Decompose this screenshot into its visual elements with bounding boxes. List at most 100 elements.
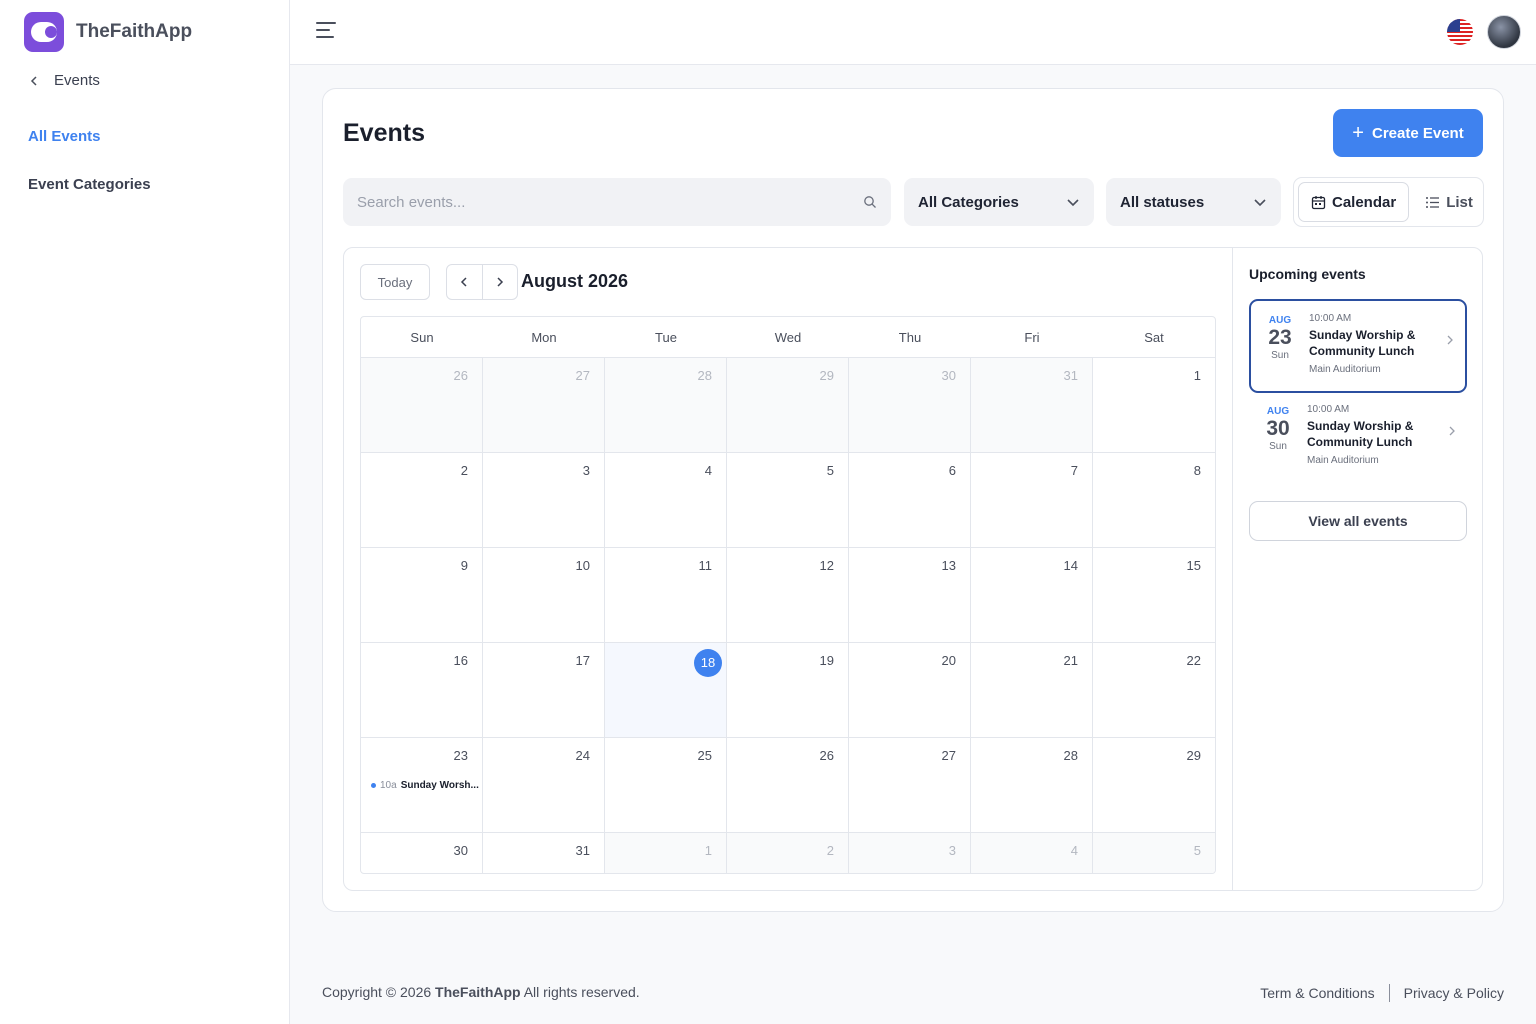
brand[interactable]: TheFaithApp: [24, 12, 192, 52]
day-number: 2: [826, 843, 834, 858]
calendar-day-cell[interactable]: 3: [483, 453, 605, 547]
calendar-week-row: 9 10 11 12 13 14 15: [361, 548, 1215, 643]
status-filter[interactable]: All statuses: [1106, 178, 1281, 226]
calendar-day-cell[interactable]: 24: [483, 738, 605, 832]
calendar-day-cell[interactable]: 26: [361, 358, 483, 452]
create-event-button[interactable]: + Create Event: [1333, 109, 1483, 157]
event-time: 10:00 AM: [1307, 404, 1350, 415]
day-number: 2: [460, 463, 468, 478]
chevron-right-icon: [1449, 426, 1455, 436]
list-view-button[interactable]: List: [1413, 182, 1485, 222]
copyright: Copyright © 2026 TheFaithApp All rights …: [322, 984, 640, 1000]
view-toggle: Calendar List: [1293, 177, 1484, 227]
weekday-label: Mon: [531, 330, 557, 345]
calendar-day-cell[interactable]: 4: [605, 453, 727, 547]
day-number: 31: [575, 843, 590, 858]
day-number: 4: [1070, 843, 1078, 858]
calendar-day-cell[interactable]: 28: [605, 358, 727, 452]
calendar-day-cell[interactable]: 20: [849, 643, 971, 737]
calendar: Today August 2026 Sun Mon Tue Wed Thu Fri Sat …: [344, 248, 1233, 890]
calendar-day-cell[interactable]: 29: [1093, 738, 1215, 832]
day-number: 28: [1063, 748, 1078, 763]
calendar-day-cell[interactable]: 13: [849, 548, 971, 642]
calendar-day-cell[interactable]: 1: [605, 833, 727, 873]
calendar-day-cell[interactable]: 19: [727, 643, 849, 737]
calendar-day-cell[interactable]: 6: [849, 453, 971, 547]
sidebar-item-event-categories[interactable]: Event Categories: [28, 176, 151, 193]
day-number: 16: [453, 653, 468, 668]
chevron-left-icon: [461, 277, 467, 287]
calendar-day-cell[interactable]: 23 10a Sunday Worsh...: [361, 738, 483, 832]
event-title: Sunday Worship & Community Lunch: [1307, 419, 1414, 449]
calendar-day-cell[interactable]: 5: [727, 453, 849, 547]
calendar-day-cell[interactable]: 28: [971, 738, 1093, 832]
calendar-week-row: 30 31 1 2 3 4 5: [361, 833, 1215, 873]
avatar[interactable]: [1487, 15, 1521, 49]
calendar-day-cell[interactable]: 3: [849, 833, 971, 873]
day-number: 29: [819, 368, 834, 383]
day-number: 1: [1193, 368, 1201, 383]
calendar-day-cell[interactable]: 15: [1093, 548, 1215, 642]
calendar-day-cell[interactable]: 30: [849, 358, 971, 452]
next-month-button[interactable]: [483, 265, 518, 299]
calendar-event-chip[interactable]: 10a Sunday Worsh...: [371, 780, 479, 791]
calendar-day-cell[interactable]: 29: [727, 358, 849, 452]
back-link[interactable]: Events: [28, 72, 100, 89]
category-filter-value: All Categories: [918, 193, 1019, 211]
us-flag-icon[interactable]: [1447, 19, 1473, 45]
calendar-day-cell[interactable]: 16: [361, 643, 483, 737]
event-info: 10:00 AM Sunday Worship & Community Lunc…: [1307, 404, 1447, 466]
brand-name: TheFaithApp: [76, 21, 193, 42]
upcoming-event-card[interactable]: AUG 23 Sun 10:00 AM Sunday Worship & Com…: [1249, 299, 1467, 393]
day-number: 26: [453, 368, 468, 383]
calendar-day-cell[interactable]: 5: [1093, 833, 1215, 873]
calendar-day-cell[interactable]: 22: [1093, 643, 1215, 737]
day-number: 5: [826, 463, 834, 478]
calendar-day-cell[interactable]: 27: [849, 738, 971, 832]
day-number: 6: [948, 463, 956, 478]
calendar-day-cell[interactable]: 4: [971, 833, 1093, 873]
calendar-day-cell[interactable]: 1: [1093, 358, 1215, 452]
calendar-day-cell[interactable]: 27: [483, 358, 605, 452]
menu-icon[interactable]: [316, 22, 336, 40]
calendar-view-button[interactable]: Calendar: [1298, 182, 1410, 222]
calendar-day-cell[interactable]: 7: [971, 453, 1093, 547]
event-date: AUG 30 Sun: [1255, 406, 1301, 452]
calendar-day-cell[interactable]: 17: [483, 643, 605, 737]
event-location: Main Auditorium: [1307, 455, 1379, 466]
day-number: 24: [575, 748, 590, 763]
upcoming-event-card[interactable]: AUG 30 Sun 10:00 AM Sunday Worship & Com…: [1249, 392, 1467, 486]
copyright-brand: TheFaithApp: [435, 984, 521, 1000]
calendar-day-cell[interactable]: 31: [971, 358, 1093, 452]
calendar-day-cell[interactable]: 18: [605, 643, 727, 737]
search-icon[interactable]: [863, 195, 877, 209]
calendar-day-cell[interactable]: 21: [971, 643, 1093, 737]
sidebar-item-all-events[interactable]: All Events: [28, 128, 101, 145]
view-all-events-button[interactable]: View all events: [1249, 501, 1467, 541]
calendar-day-cell[interactable]: 26: [727, 738, 849, 832]
terms-link[interactable]: Term & Conditions: [1260, 985, 1374, 1001]
calendar-day-cell[interactable]: 12: [727, 548, 849, 642]
day-number: 3: [948, 843, 956, 858]
calendar-day-cell[interactable]: 11: [605, 548, 727, 642]
calendar-day-cell[interactable]: 14: [971, 548, 1093, 642]
event-title: Sunday Worship & Community Lunch: [1309, 328, 1416, 358]
prev-month-button[interactable]: [447, 265, 483, 299]
calendar-day-cell[interactable]: 2: [361, 453, 483, 547]
day-number: 12: [819, 558, 834, 573]
calendar-day-cell[interactable]: 8: [1093, 453, 1215, 547]
day-number: 31: [1063, 368, 1078, 383]
calendar-day-cell[interactable]: 31: [483, 833, 605, 873]
calendar-day-cell[interactable]: 10: [483, 548, 605, 642]
chevron-down-icon: [1067, 199, 1079, 207]
search-input[interactable]: [357, 193, 863, 211]
calendar-day-cell[interactable]: 2: [727, 833, 849, 873]
day-number: 23: [453, 748, 468, 763]
privacy-link[interactable]: Privacy & Policy: [1404, 985, 1504, 1001]
calendar-day-cell[interactable]: 25: [605, 738, 727, 832]
today-button[interactable]: Today: [360, 264, 430, 300]
calendar-week-row: 26 27 28 29 30 31 1: [361, 358, 1215, 453]
calendar-day-cell[interactable]: 9: [361, 548, 483, 642]
category-filter[interactable]: All Categories: [904, 178, 1094, 226]
calendar-day-cell[interactable]: 30: [361, 833, 483, 873]
